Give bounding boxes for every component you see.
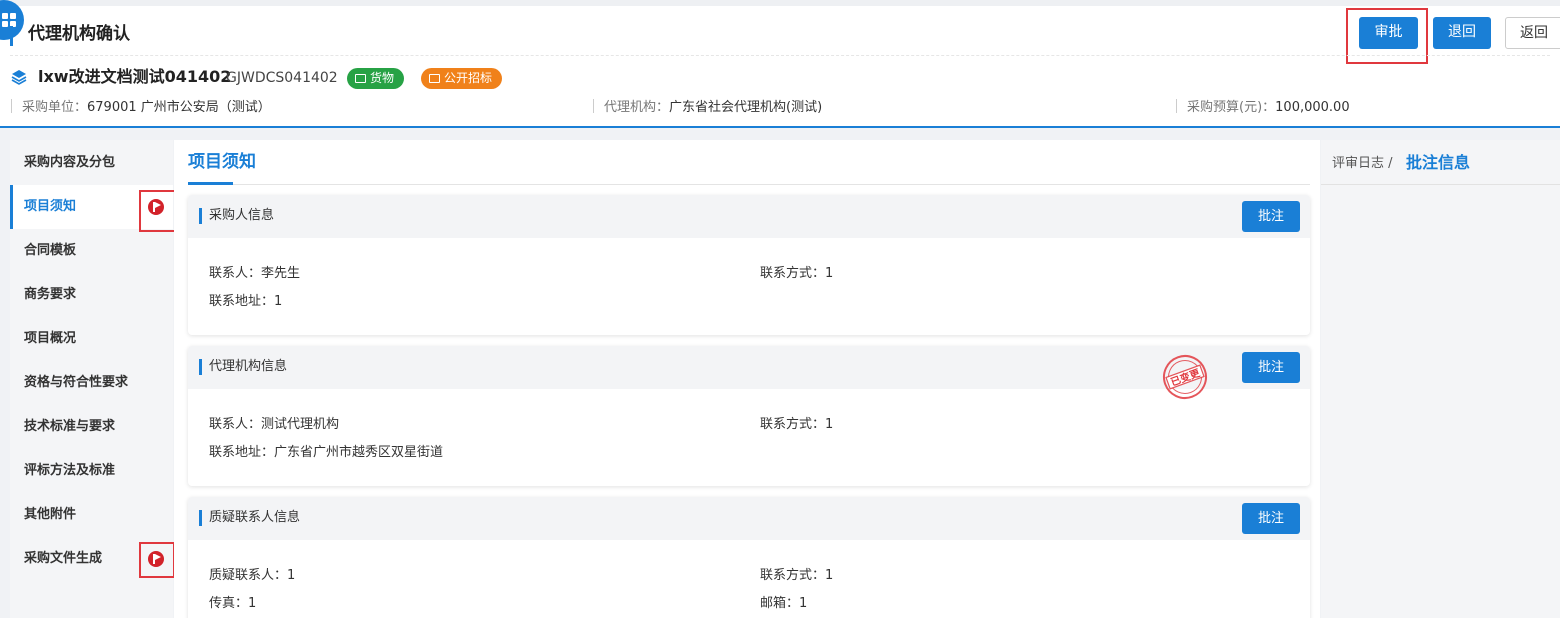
sidebar-item-contract-template[interactable]: 合同模板 <box>10 229 173 273</box>
meta-budget: 采购预算(元)：100,000.00 <box>1176 99 1350 117</box>
tab-project-notice[interactable]: 项目须知 <box>188 150 256 174</box>
title-accent <box>10 26 13 46</box>
breadcrumb-current: 批注信息 <box>1406 153 1471 172</box>
field-address: 联系地址：广东省广州市越秀区双星街道 <box>209 445 444 460</box>
sidebar-item-project-overview[interactable]: 项目概况 <box>10 317 173 361</box>
page-title: 代理机构确认 <box>28 24 130 44</box>
breadcrumb-review-log[interactable]: 评审日志 / <box>1332 154 1393 174</box>
meta-purchaser: 采购单位：679001 广州市公安局（测试） <box>11 99 271 117</box>
field-phone: 联系方式：1 <box>760 568 834 583</box>
header-divider <box>10 55 1550 56</box>
field-email: 邮箱：1 <box>760 596 808 611</box>
goods-icon <box>355 74 366 83</box>
tab-underline <box>188 182 233 185</box>
project-name: lxw改进文档测试041402 <box>38 67 232 86</box>
field-contact: 联系人：测试代理机构 <box>209 417 340 432</box>
field-contact: 联系人：李先生 <box>209 266 301 281</box>
annotate-button[interactable]: 批注 <box>1242 503 1300 534</box>
sidebar-item-evaluation-method[interactable]: 评标方法及标准 <box>10 449 173 493</box>
field-fax: 传真：1 <box>209 596 257 611</box>
tag-goods: 货物 <box>347 68 405 89</box>
project-code: GJWDCS041402 <box>226 70 338 86</box>
card-title: 采购人信息 <box>209 208 275 223</box>
panel-divider <box>1321 184 1560 185</box>
meta-agency: 代理机构：广东省社会代理机构(测试) <box>593 99 822 117</box>
changed-stamp: 已变更 <box>1163 355 1207 399</box>
sidebar-item-business-requirements[interactable]: 商务要求 <box>10 273 173 317</box>
tab-divider <box>188 184 1310 185</box>
flag-highlight-box <box>139 542 175 578</box>
basket-icon <box>429 74 440 83</box>
annotate-button[interactable]: 批注 <box>1242 201 1300 232</box>
layers-icon <box>11 70 27 85</box>
card-header: 采购人信息 批注 <box>188 195 1310 238</box>
card-title: 质疑联系人信息 <box>209 510 301 525</box>
card-header: 质疑联系人信息 批注 <box>188 497 1310 540</box>
main-content: 项目须知 采购人信息 批注 联系人：李先生 联系方式：1 联系地址：1 代理机构… <box>174 140 1320 618</box>
field-phone: 联系方式：1 <box>760 417 834 432</box>
svg-text:已变更: 已变更 <box>1169 366 1203 389</box>
page-header: 代理机构确认 审批 退回 返回 lxw改进文档测试041402 GJWDCS04… <box>0 0 1560 128</box>
field-address: 联系地址：1 <box>209 294 283 309</box>
field-phone: 联系方式：1 <box>760 266 834 281</box>
sidebar-item-qualification[interactable]: 资格与符合性要求 <box>10 361 173 405</box>
right-panel: 评审日志 / 批注信息 <box>1321 140 1560 618</box>
card-title: 代理机构信息 <box>209 359 288 374</box>
field-challenge-contact: 质疑联系人：1 <box>209 568 296 583</box>
sidebar: 采购内容及分包 项目须知 合同模板 商务要求 项目概况 资格与符合性要求 技术标… <box>10 140 187 618</box>
purchaser-info-card: 采购人信息 批注 联系人：李先生 联系方式：1 联系地址：1 <box>188 195 1310 335</box>
sidebar-item-other-attachments[interactable]: 其他附件 <box>10 493 173 537</box>
annotate-button[interactable]: 批注 <box>1242 352 1300 383</box>
tag-public-bidding: 公开招标 <box>421 68 503 89</box>
sidebar-item-procurement-content[interactable]: 采购内容及分包 <box>10 141 173 185</box>
challenge-contact-card: 质疑联系人信息 批注 质疑联系人：1 联系方式：1 传真：1 邮箱：1 <box>188 497 1310 618</box>
card-header: 代理机构信息 已变更 批注 <box>188 346 1310 399</box>
return-back-button[interactable]: 退回 <box>1433 17 1491 49</box>
sidebar-item-technical-standards[interactable]: 技术标准与要求 <box>10 405 173 449</box>
go-back-button[interactable]: 返回 <box>1505 17 1560 49</box>
agency-info-card: 代理机构信息 已变更 批注 联系人：测试代理机构 联系方式：1 联系地址：广东省… <box>188 346 1310 486</box>
